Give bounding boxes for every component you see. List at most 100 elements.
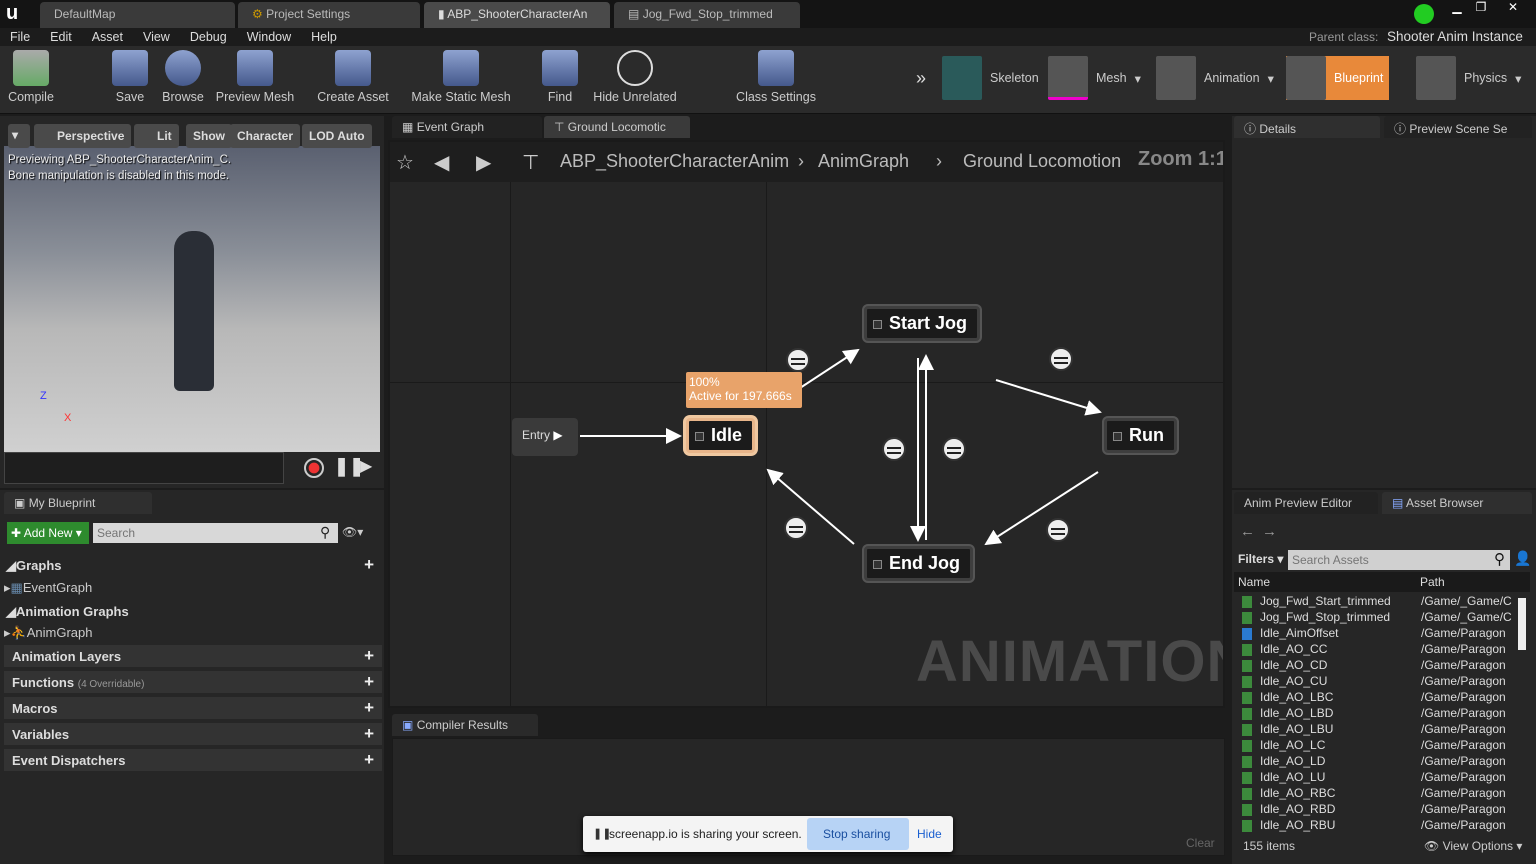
menu-asset[interactable]: Asset [82,28,133,46]
compile-button[interactable]: Compile [6,50,56,104]
viewport-options-dropdown[interactable]: ▾ [8,124,30,148]
preview-mesh-button[interactable]: Preview Mesh [214,50,296,104]
menu-help[interactable]: Help [301,28,347,46]
entry-node[interactable]: Entry ▶ [512,418,578,456]
asset-list-scrollbar[interactable] [1518,598,1526,650]
user-icon[interactable]: 👤 [1514,550,1531,567]
find-button[interactable]: Find [540,50,580,104]
source-control-icon[interactable] [1414,4,1434,24]
perspective-button[interactable]: Perspective [34,124,132,148]
class-settings-button[interactable]: Class Settings [734,50,818,104]
parent-class-link[interactable]: Shooter Anim Instance [1387,29,1523,44]
menu-view[interactable]: View [133,28,180,46]
character-button[interactable]: Character [230,124,301,148]
tab-my-blueprint[interactable]: ▣ My Blueprint [4,492,152,514]
search-assets-input[interactable] [1288,550,1510,570]
asset-row[interactable]: Idle_AO_CU/Game/Paragon [1240,674,1530,690]
asset-row[interactable]: Idle_AO_CD/Game/Paragon [1240,658,1530,674]
search-input[interactable] [93,523,338,543]
transition-rule-icon[interactable] [786,348,810,372]
tab-details[interactable]: ⓘ Details [1234,116,1380,138]
hide-unrelated-button[interactable]: Hide Unrelated [592,50,678,104]
item-eventgraph[interactable]: ▸▦EventGraph [4,580,92,596]
section-event-dispatchers[interactable]: Event Dispatchers + [4,749,382,771]
asset-row[interactable]: Idle_AO_RBU/Game/Paragon [1240,818,1530,834]
asset-row[interactable]: Idle_AO_CC/Game/Paragon [1240,642,1530,658]
column-path[interactable]: Path [1420,575,1445,589]
transition-rule-icon[interactable] [784,516,808,540]
visibility-dropdown[interactable]: 👁▾ [342,525,363,539]
menu-window[interactable]: Window [237,28,301,46]
asset-row[interactable]: Idle_AO_LD/Game/Paragon [1240,754,1530,770]
tab-project-settings[interactable]: ⚙ Project Settings [238,2,420,28]
tab-defaultmap[interactable]: DefaultMap [40,2,235,28]
filters-dropdown[interactable]: Filters ▾ [1238,552,1283,566]
state-end-jog[interactable]: End Jog [864,546,973,581]
graph-canvas[interactable]: ☆ ◀ ▶ ⊤ ABP_ShooterCharacterAnim › AnimG… [388,140,1225,708]
transition-rule-icon[interactable] [1046,518,1070,542]
create-asset-button[interactable]: Create Asset [316,50,390,104]
transition-rule-icon[interactable] [882,437,906,461]
tab-preview-scene[interactable]: ⓘ Preview Scene Se [1384,116,1532,138]
timeline-scrubber[interactable] [4,452,284,484]
asset-row[interactable]: Idle_AO_LBU/Game/Paragon [1240,722,1530,738]
minimize-button[interactable]: ▁ [1446,0,1468,16]
item-animgraph[interactable]: ▸⛹AnimGraph [4,625,92,641]
asset-row[interactable]: Jog_Fwd_Stop_trimmed/Game/_Game/C [1240,610,1530,626]
section-animation-graphs[interactable]: ◢Animation Graphs [4,600,382,622]
record-button[interactable] [304,458,324,478]
add-variable-button[interactable]: + [364,724,374,744]
add-macro-button[interactable]: + [364,698,374,718]
add-graph-button[interactable]: + [364,555,374,575]
add-function-button[interactable]: + [364,672,374,692]
asset-row[interactable]: Idle_AO_LBD/Game/Paragon [1240,706,1530,722]
add-new-button[interactable]: ✚ Add New ▾ [7,522,89,544]
state-run[interactable]: Run [1104,418,1177,453]
section-animation-layers[interactable]: Animation Layers + [4,645,382,667]
menu-file[interactable]: File [0,28,40,46]
mode-blueprint[interactable]: Blueprint [1286,56,1390,100]
viewport-3d[interactable]: Z X [4,146,380,452]
make-static-mesh-button[interactable]: Make Static Mesh [410,50,512,104]
mode-skeleton[interactable]: Skeleton [942,56,1039,100]
tab-abp[interactable]: ▮ ABP_ShooterCharacterAn [424,2,610,28]
close-button[interactable]: ✕ [1500,0,1526,16]
asset-row[interactable]: Idle_AO_RBC/Game/Paragon [1240,786,1530,802]
section-macros[interactable]: Macros + [4,697,382,719]
browse-button[interactable]: Browse [160,50,206,104]
section-variables[interactable]: Variables + [4,723,382,745]
show-button[interactable]: Show [186,124,232,148]
lod-button[interactable]: LOD Auto [302,124,372,148]
save-button[interactable]: Save [110,50,150,104]
asset-row[interactable]: Idle_AO_LBC/Game/Paragon [1240,690,1530,706]
transition-rule-icon[interactable] [1049,347,1073,371]
tab-event-graph[interactable]: ▦ Event Graph [392,116,542,138]
tab-asset-browser[interactable]: ▤ Asset Browser [1382,492,1532,514]
menu-edit[interactable]: Edit [40,28,82,46]
add-layer-button[interactable]: + [364,646,374,666]
tab-ground-locomotion[interactable]: ⊤ Ground Locomotic [544,116,690,138]
asset-row[interactable]: Idle_AO_RBD/Game/Paragon [1240,802,1530,818]
back-arrow-icon[interactable]: ← [1240,523,1255,540]
tab-compiler-results[interactable]: ▣ Compiler Results [392,714,538,736]
stop-sharing-button[interactable]: Stop sharing [807,818,909,850]
asset-row[interactable]: Jog_Fwd_Start_trimmed/Game/_Game/C [1240,594,1530,610]
asset-row[interactable]: Idle_AO_LU/Game/Paragon [1240,770,1530,786]
lit-button[interactable]: Lit [134,124,179,148]
mode-physics[interactable]: Physics ▾ [1416,56,1521,100]
tab-jog-fwd-stop[interactable]: ▤ Jog_Fwd_Stop_trimmed [614,2,800,28]
chevron-right-icon[interactable]: » [916,68,926,89]
state-start-jog[interactable]: Start Jog [864,306,981,341]
forward-arrow-icon[interactable]: → [1262,523,1277,540]
maximize-button[interactable]: ❐ [1470,0,1492,16]
mode-mesh[interactable]: Mesh ▾ [1048,56,1141,100]
asset-row[interactable]: Idle_AimOffset/Game/Paragon [1240,626,1530,642]
menu-debug[interactable]: Debug [180,28,237,46]
add-dispatcher-button[interactable]: + [364,750,374,770]
state-idle[interactable]: Idle [686,418,756,453]
section-functions[interactable]: Functions (4 Overridable) + [4,671,382,693]
transition-rule-icon[interactable] [942,437,966,461]
column-name[interactable]: Name [1238,575,1270,589]
step-forward-button[interactable]: ▶ [360,456,372,476]
tab-anim-preview-editor[interactable]: Anim Preview Editor [1234,492,1378,514]
